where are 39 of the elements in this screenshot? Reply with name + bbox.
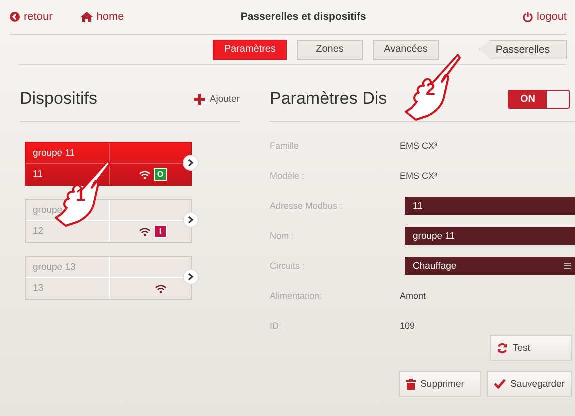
logout-link[interactable]: logout (523, 11, 567, 23)
field-label: Adresse Modbus : (270, 201, 343, 211)
delete-button[interactable]: Supprimer (398, 371, 481, 397)
field-label: Nom : (270, 231, 294, 241)
input-field[interactable]: 11 (405, 197, 575, 215)
device-name: groupe (33, 204, 63, 216)
device-card[interactable]: groupe 11 11 O (25, 142, 192, 186)
status-badge: O (154, 168, 167, 181)
device-name: groupe 13 (33, 262, 76, 272)
field-value: Amont (400, 291, 426, 301)
device-name: groupe 11 (33, 148, 76, 158)
tab[interactable]: Avancées (373, 40, 439, 60)
field-label: Famille (270, 141, 300, 151)
field-label: Circuits : (270, 261, 306, 271)
field-label: Modèle : (270, 171, 305, 181)
device-address: 11 (33, 169, 43, 180)
on-off-switch[interactable]: ON (508, 90, 570, 108)
select-field[interactable]: Chauffage (405, 257, 575, 275)
field-label: Alimentation: (270, 291, 322, 301)
settings-heading: Paramètres Dis (270, 89, 388, 109)
field-label: ID: (270, 321, 282, 331)
add-button[interactable]: Ajouter (194, 94, 240, 104)
devices-heading: Dispositifs (20, 89, 98, 109)
tab[interactable]: Paramètres (213, 40, 287, 60)
tab[interactable]: Zones (297, 40, 363, 60)
device-address: 12 (33, 226, 44, 237)
gateways-button[interactable]: Passerelles (479, 40, 567, 60)
home-link[interactable]: home (80, 11, 124, 23)
field-value: 109 (400, 321, 416, 331)
page-title: Passerelles et dispositifs (240, 11, 368, 23)
back-link[interactable]: retour (10, 11, 53, 23)
field-value: EMS CX³ (400, 171, 438, 181)
device-address: 13 (33, 283, 44, 294)
status-badge: I (154, 225, 167, 238)
save-button[interactable]: Sauvegarder (486, 371, 572, 397)
input-field[interactable]: groupe 11 (405, 227, 575, 245)
field-value: EMS CX³ (400, 141, 438, 151)
callout-number: 2 (426, 80, 436, 100)
test-button[interactable]: Test (490, 335, 572, 361)
